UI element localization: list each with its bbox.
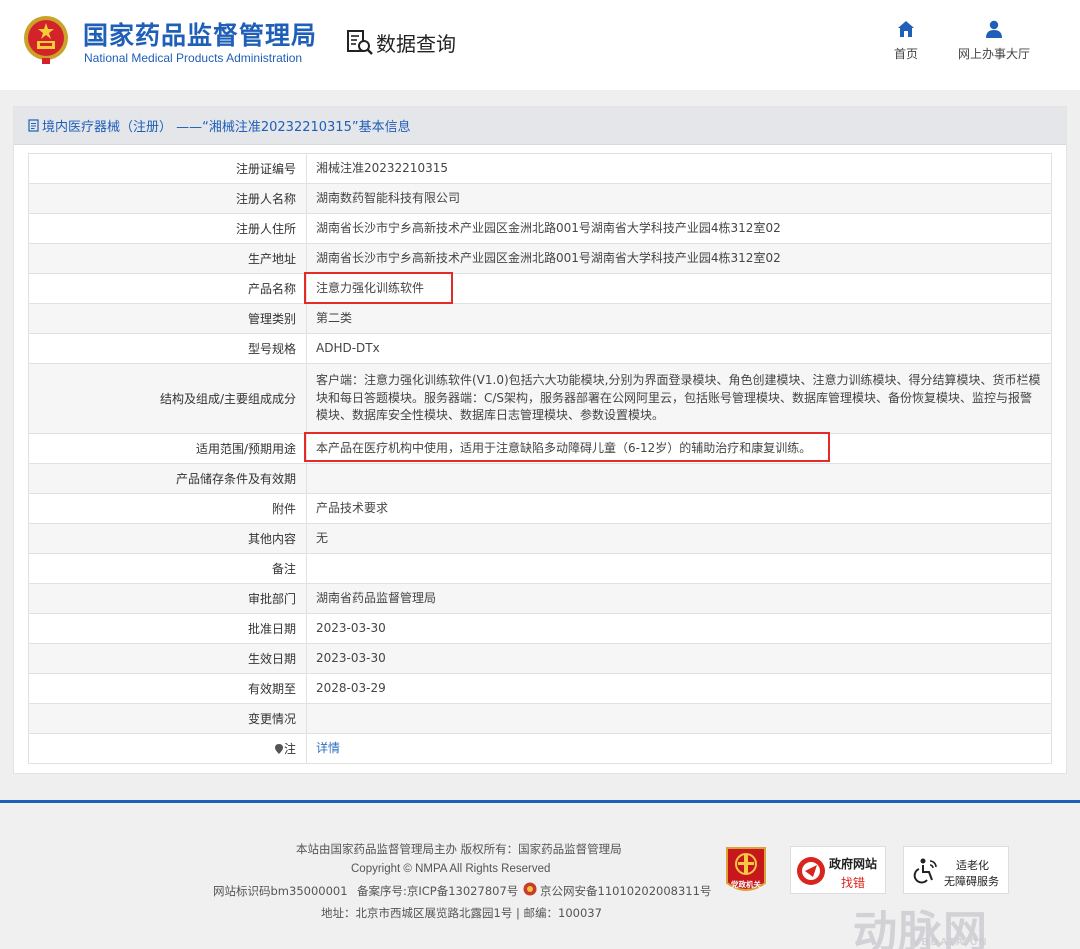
nav-hall-label: 网上办事大厅	[957, 47, 1030, 61]
registrant-name-value: 湖南数药智能科技有限公司	[306, 183, 1052, 214]
row-label: 注	[283, 742, 296, 756]
change-history-value	[306, 703, 1052, 734]
storage-conditions-value	[306, 463, 1052, 494]
row-label: 产品名称	[28, 273, 307, 304]
gov-website-label: 政府网站	[829, 857, 878, 871]
row-label: 变更情况	[28, 703, 307, 734]
row-label: 注册人名称	[28, 183, 307, 214]
table-row: 注册人住所 湖南省长沙市宁乡高新技术产业园区金洲北路001号湖南省大学科技产业园4…	[28, 213, 1052, 244]
row-label: 审批部门	[28, 583, 307, 614]
government-agency-text: 党政机关	[731, 880, 761, 889]
panel-title: 境内医疗器械（注册） ——“湘械注准20232210315”基本信息	[14, 107, 1066, 145]
management-category-value: 第二类	[306, 303, 1052, 334]
accessibility-icon	[913, 858, 937, 884]
row-label: 适用范围/预期用途	[28, 433, 307, 464]
model-spec-value: ADHD-DTx	[306, 333, 1052, 364]
table-row: 结构及组成/主要组成成分 客户端：注意力强化训练软件(V1.0)包括六大功能模块,…	[28, 363, 1052, 434]
table-row: 适用范围/预期用途 本产品在医疗机构中使用，适用于注意缺陷多动障碍儿童（6-12岁…	[28, 433, 1052, 464]
structure-composition-value: 客户端：注意力强化训练软件(V1.0)包括六大功能模块,分别为界面登录模块、角色…	[306, 363, 1052, 434]
table-row: 注 详情	[28, 733, 1052, 764]
device-info-table: 注册证编号 湘械注准20232210315 注册人名称 湖南数药智能科技有限公司 注…	[28, 153, 1052, 764]
error-report-icon	[797, 857, 825, 885]
row-label: 其他内容	[28, 523, 307, 554]
note-cell: 详情	[306, 733, 1052, 764]
production-address-value: 湖南省长沙市宁乡高新技术产业园区金洲北路001号湖南省大学科技产业园4栋312室…	[306, 243, 1052, 274]
nav-home[interactable]: 首页	[886, 20, 926, 62]
footer-police-link[interactable]: 京公网安备11010202008311号	[540, 883, 711, 899]
location-pin-icon	[274, 744, 283, 754]
site-header: 国家药品监督管理局 National Medical Products Admi…	[0, 0, 1080, 90]
table-row: 变更情况	[28, 703, 1052, 734]
data-query-label: 数据查询	[376, 31, 456, 56]
site-logo-subtitle[interactable]: National Medical Products Administration	[84, 51, 302, 65]
table-row: 注册证编号 湘械注准20232210315	[28, 153, 1052, 184]
row-label: 结构及组成/主要组成成分	[28, 363, 307, 434]
police-badge-icon	[523, 882, 537, 896]
table-row: 生效日期 2023-03-30	[28, 643, 1052, 674]
footer-icp-link[interactable]: 备案序号:京ICP备13027807号	[357, 883, 518, 899]
footer-copyright: Copyright © NMPA All Rights Reserved	[351, 863, 551, 875]
attachment-value: 产品技术要求	[306, 493, 1052, 524]
row-label: 有效期至	[28, 673, 307, 704]
table-row: 注册人名称 湖南数药智能科技有限公司	[28, 183, 1052, 214]
data-query-link[interactable]: 数据查询	[346, 27, 456, 57]
table-row: 其他内容无	[28, 523, 1052, 554]
document-icon	[28, 119, 39, 132]
table-row: 管理类别 第二类	[28, 303, 1052, 334]
note-label: 注	[28, 733, 307, 764]
user-icon	[986, 20, 1002, 38]
registrant-address-value: 湖南省长沙市宁乡高新技术产业园区金洲北路001号湖南省大学科技产业园4栋312室…	[306, 213, 1052, 244]
table-row: 批准日期 2023-03-30	[28, 613, 1052, 644]
approval-date-value: 2023-03-30	[306, 613, 1052, 644]
panel-title-text: 境内医疗器械（注册） ——“湘械注准20232210315”基本信息	[42, 120, 411, 135]
site-logo-title[interactable]: 国家药品监督管理局	[83, 16, 317, 52]
row-label: 管理类别	[28, 303, 307, 334]
approval-department-value: 湖南省药品监督管理局	[306, 583, 1052, 614]
product-name-value: 注意力强化训练软件	[306, 273, 1052, 304]
vbdata-watermark: 动脉网 VBDATA.CN	[853, 896, 988, 949]
table-row: 型号规格 ADHD-DTx	[28, 333, 1052, 364]
watermark-domain: VBDATA.CN	[913, 937, 989, 948]
intended-use-value: 本产品在医疗机构中使用，适用于注意缺陷多动障碍儿童（6-12岁）的辅助治疗和康复…	[306, 433, 1052, 464]
home-icon	[898, 21, 914, 37]
table-row: 产品储存条件及有效期	[28, 463, 1052, 494]
footer-site-id: 网站标识码bm35000001	[213, 884, 348, 898]
row-label: 注册证编号	[28, 153, 307, 184]
find-error-label: 找错	[841, 876, 866, 890]
table-row: 有效期至 2028-03-29	[28, 673, 1052, 704]
row-label: 生产地址	[28, 243, 307, 274]
expiry-date-value: 2028-03-29	[306, 673, 1052, 704]
row-label: 产品储存条件及有效期	[28, 463, 307, 494]
nav-online-service-hall[interactable]: 网上办事大厅	[952, 20, 1036, 62]
table-row: 附件 产品技术要求	[28, 493, 1052, 524]
row-label: 批准日期	[28, 613, 307, 644]
table-row: 审批部门 湖南省药品监督管理局	[28, 583, 1052, 614]
footer-sponsor-text: 本站由国家药品监督管理局主办 版权所有：国家药品监督管理局	[296, 842, 622, 856]
details-link[interactable]: 详情	[316, 741, 340, 755]
barrier-free-label: 无障碍服务	[944, 875, 999, 888]
elderly-friendly-label: 适老化	[956, 859, 989, 872]
row-label: 生效日期	[28, 643, 307, 674]
row-label: 附件	[28, 493, 307, 524]
gov-website-error-badge[interactable]: 政府网站 找错	[790, 846, 886, 894]
row-label: 注册人住所	[28, 213, 307, 244]
table-row: 备注	[28, 553, 1052, 584]
device-info-panel: 境内医疗器械（注册） ——“湘械注准20232210315”基本信息 注册证编号…	[13, 106, 1067, 774]
row-label: 备注	[28, 553, 307, 584]
registration-number-value: 湘械注准20232210315	[306, 153, 1052, 184]
government-agency-badge[interactable]: 党政机关	[723, 845, 769, 897]
national-emblem-icon[interactable]	[22, 14, 70, 66]
document-search-icon	[347, 30, 373, 55]
row-label: 型号规格	[28, 333, 307, 364]
other-content-value: 无	[306, 523, 1052, 554]
remarks-value	[306, 553, 1052, 584]
effective-date-value: 2023-03-30	[306, 643, 1052, 674]
nav-home-label: 首页	[893, 47, 918, 61]
table-row: 产品名称 注意力强化训练软件	[28, 273, 1052, 304]
table-row: 生产地址 湖南省长沙市宁乡高新技术产业园区金洲北路001号湖南省大学科技产业园4栋…	[28, 243, 1052, 274]
footer-address: 地址：北京市西城区展览路北露园1号 | 邮编：100037	[321, 906, 602, 920]
accessibility-service-badge[interactable]: 适老化 无障碍服务	[903, 846, 1009, 894]
